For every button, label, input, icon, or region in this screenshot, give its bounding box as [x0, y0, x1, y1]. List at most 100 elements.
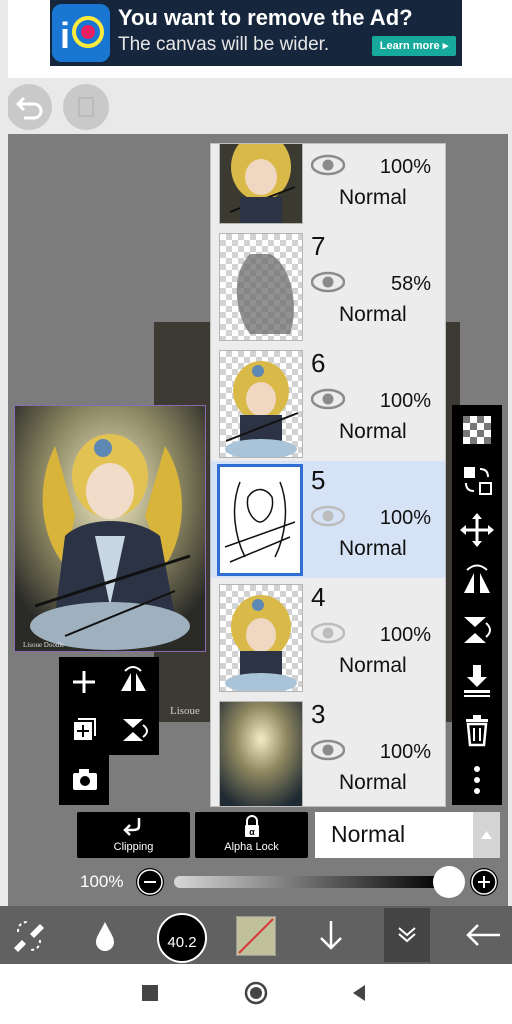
layer-opacity: 100%	[379, 507, 431, 529]
svg-text:α: α	[249, 827, 255, 837]
layer-tools	[59, 657, 159, 805]
flip-horizontal-button[interactable]	[452, 555, 502, 605]
move-button[interactable]	[452, 505, 502, 555]
eye-icon[interactable]	[311, 505, 345, 527]
arrow-down-icon	[320, 921, 342, 950]
lock-icon: α	[244, 815, 259, 837]
menu-button[interactable]	[63, 84, 109, 130]
ad-subtitle: The canvas will be wider.	[118, 34, 330, 55]
more-options-button[interactable]	[452, 755, 502, 805]
svg-text:i: i	[60, 15, 70, 56]
alpha-lock-button[interactable]: α Alpha Lock	[195, 812, 308, 858]
recents-button[interactable]	[141, 984, 159, 1002]
layer-opacity: 100%	[379, 741, 431, 763]
layer-number: 5	[311, 465, 326, 495]
layer-number: 3	[311, 699, 326, 729]
app-logo-icon: i	[52, 4, 110, 62]
tool-select-button[interactable]	[6, 912, 52, 958]
triangle-back-icon	[353, 985, 365, 1001]
layer-item-5[interactable]: 5 100% Normal	[211, 461, 445, 579]
layer-down-button[interactable]	[308, 912, 354, 958]
opacity-increase-button[interactable]	[470, 868, 498, 896]
right-margin	[508, 134, 512, 906]
delete-layer-button[interactable]	[452, 705, 502, 755]
menu-icon	[78, 97, 94, 117]
layer-thumbnail	[219, 701, 303, 806]
plus-icon	[73, 671, 95, 693]
dropper-button[interactable]	[82, 912, 128, 958]
opacity-value: 100%	[80, 872, 124, 891]
alpha-lock-label: Alpha Lock	[224, 841, 279, 853]
clipping-icon	[122, 818, 140, 836]
learn-more-button[interactable]: Learn more ▸	[372, 36, 456, 56]
blend-mode-select[interactable]: Normal	[315, 812, 473, 858]
eye-icon[interactable]	[311, 622, 345, 644]
drop-icon	[96, 922, 114, 951]
opacity-slider[interactable]	[174, 876, 444, 888]
layer-item-6[interactable]: 6 100% Normal	[211, 344, 445, 462]
layer-item-7[interactable]: 7 58% Normal	[211, 227, 445, 345]
transform-icon	[464, 467, 492, 495]
eye-icon[interactable]	[311, 388, 345, 410]
undo-button[interactable]	[6, 84, 52, 130]
canvas-signature: Lisoue	[170, 705, 200, 717]
flip-layer-button[interactable]	[111, 659, 156, 704]
system-back-button[interactable]	[350, 984, 368, 1002]
layer-thumbnail	[219, 144, 303, 224]
eye-icon[interactable]	[311, 154, 345, 176]
blend-mode-dropdown[interactable]	[473, 812, 500, 858]
flip-vertical-button[interactable]	[452, 605, 502, 655]
camera-icon	[73, 769, 97, 790]
layer-blend-mode: Normal	[339, 186, 407, 209]
layer-item-top[interactable]: 100% Normal	[211, 144, 445, 228]
layer-item-3[interactable]: 3 100% Normal	[211, 695, 445, 806]
minus-icon	[137, 869, 163, 895]
layer-blend-mode: Normal	[339, 303, 407, 326]
blend-mode-value: Normal	[331, 821, 406, 847]
color-swatch-slash	[238, 918, 274, 954]
layer-panel[interactable]: 100% Normal 7 58% Normal 6 100% Normal 5…	[210, 143, 446, 807]
flip-v-icon	[123, 719, 148, 741]
opacity-slider-thumb[interactable]	[433, 866, 465, 898]
eye-icon[interactable]	[311, 739, 345, 761]
layer-blend-mode: Normal	[339, 420, 407, 443]
layer-blend-mode: Normal	[339, 537, 407, 560]
add-layer-button[interactable]	[62, 659, 107, 704]
artwork-preview: Lisoue Doodle	[14, 405, 206, 652]
undo-icon	[15, 96, 43, 120]
brush-icon	[14, 921, 44, 952]
duplicate-layer-button[interactable]	[62, 707, 107, 752]
right-toolbar	[452, 405, 502, 805]
square-icon	[142, 985, 158, 1001]
clipping-label: Clipping	[113, 841, 154, 853]
layer-opacity: 100%	[379, 390, 431, 412]
layer-opacity: 100%	[379, 624, 431, 646]
checker-icon	[463, 416, 491, 444]
camera-button[interactable]	[62, 757, 107, 802]
transparency-button[interactable]	[452, 405, 502, 455]
collapse-button[interactable]	[384, 908, 430, 962]
layer-blend-mode: Normal	[339, 771, 407, 794]
transform-button[interactable]	[452, 455, 502, 505]
layer-blend-mode: Normal	[339, 654, 407, 677]
rotate-layer-button[interactable]	[111, 707, 156, 752]
chevron-down-icon	[398, 927, 416, 943]
move-icon	[460, 513, 494, 547]
brush-size-button[interactable]: 40.2	[157, 913, 207, 963]
layer-thumbnail	[219, 584, 303, 692]
layer-number: 6	[311, 348, 326, 378]
home-button[interactable]	[244, 981, 268, 1005]
layer-item-4[interactable]: 4 100% Normal	[211, 578, 445, 696]
flip-h-icon	[121, 666, 146, 691]
color-swatch[interactable]	[236, 916, 276, 956]
flip-v-icon	[464, 617, 491, 643]
layer-thumbnail	[219, 233, 303, 341]
back-button[interactable]	[460, 912, 506, 958]
merge-down-button[interactable]	[452, 655, 502, 705]
opacity-decrease-button[interactable]	[136, 868, 164, 896]
eye-icon[interactable]	[311, 271, 345, 293]
clipping-button[interactable]: Clipping	[77, 812, 190, 858]
flip-h-icon	[464, 564, 490, 593]
add-layer-icon	[74, 718, 96, 740]
layer-thumbnail	[217, 464, 303, 576]
